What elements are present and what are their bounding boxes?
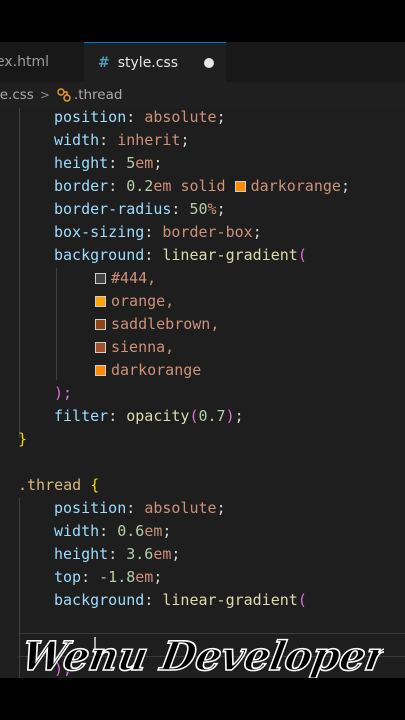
css-function: linear-gradient xyxy=(162,591,298,609)
tab-label: style.css xyxy=(117,54,179,71)
chevron-right-icon: > xyxy=(39,88,50,102)
css-unit: em xyxy=(144,522,163,540)
css-number: 3.6 xyxy=(126,545,154,563)
css-unit: em xyxy=(135,568,154,586)
css-property: border xyxy=(54,177,109,195)
css-property: height xyxy=(54,545,109,563)
code-line: position: absolute; xyxy=(54,499,226,517)
css-value: saddlebrown, xyxy=(111,315,220,333)
color-swatch-icon[interactable] xyxy=(95,273,106,284)
code-line: position: absolute; xyxy=(54,108,226,126)
code-line: width: 0.6em; xyxy=(54,522,172,540)
code-line: darkorange xyxy=(95,359,201,382)
code-line: top: -1.8em; xyxy=(54,568,163,586)
code-line: saddlebrown, xyxy=(95,313,219,336)
color-swatch-icon[interactable] xyxy=(95,319,106,330)
css-number: 0.6 xyxy=(117,522,145,540)
css-function: linear-gradient xyxy=(162,246,298,264)
css-value: absolute xyxy=(144,108,217,126)
css-value: absolute xyxy=(144,499,217,517)
code-line: filter: opacity(0.7); xyxy=(54,407,244,425)
css-value: inherit xyxy=(117,131,181,149)
css-property: position xyxy=(54,108,127,126)
css-unit: em xyxy=(135,154,154,172)
tab-style-css[interactable]: # style.css xyxy=(84,42,226,82)
watermark-logo: Wenu Developer xyxy=(24,631,384,678)
breadcrumb-symbol[interactable]: .thread xyxy=(74,87,123,103)
code-line: } xyxy=(18,430,28,448)
css-function: opacity xyxy=(126,407,190,425)
editor: ex.html # style.css le.css > .thread pos… xyxy=(0,42,405,678)
tab-label: ex.html xyxy=(0,54,49,70)
css-value: solid xyxy=(180,177,226,195)
css-value: darkorange xyxy=(250,177,341,195)
css-property: width xyxy=(54,131,100,149)
css-value: sienna, xyxy=(111,338,175,356)
css-unit: % xyxy=(207,200,217,218)
css-number: 0.2 xyxy=(126,177,154,195)
css-property: border-radius xyxy=(54,200,172,218)
color-swatch-icon[interactable] xyxy=(234,181,246,192)
code-line: width: inherit; xyxy=(54,131,190,149)
css-property: position xyxy=(54,499,127,517)
code-line: ); xyxy=(54,384,73,402)
css-selector: .thread xyxy=(18,476,82,494)
css-selector-symbol-icon xyxy=(57,88,71,102)
css-property: box-sizing xyxy=(54,223,145,241)
breadcrumb: le.css > .thread xyxy=(0,82,405,108)
code-line: box-sizing: border-box; xyxy=(54,223,262,241)
tab-index-html[interactable]: ex.html xyxy=(0,42,76,82)
code-line: .thread { xyxy=(18,476,100,494)
color-swatch-icon[interactable] xyxy=(95,365,106,376)
css-number: 0.7 xyxy=(198,407,226,425)
css-number: 5 xyxy=(126,154,136,172)
code-line: sienna, xyxy=(95,336,174,359)
tab-bar: ex.html # style.css xyxy=(0,42,405,82)
css-property: top xyxy=(54,568,82,586)
code-line: background: linear-gradient( xyxy=(54,591,307,609)
css-property: height xyxy=(54,154,109,172)
code-line: background: linear-gradient( xyxy=(54,246,307,264)
css-number: -1.8 xyxy=(99,568,136,586)
css-property: background xyxy=(54,246,145,264)
css-file-icon: # xyxy=(98,54,110,71)
code-line: height: 5em; xyxy=(54,154,163,172)
watermark-text: Wenu Developer xyxy=(24,632,384,678)
css-unit: em xyxy=(153,177,172,195)
code-line: height: 3.6em; xyxy=(54,545,181,563)
indent-guide xyxy=(56,268,57,380)
code-line: border-radius: 50%; xyxy=(54,200,226,218)
breadcrumb-file[interactable]: le.css xyxy=(0,87,34,103)
css-value: #444, xyxy=(111,269,157,287)
css-value: orange, xyxy=(111,292,175,310)
code-line: orange, xyxy=(95,290,174,313)
unsaved-dot-icon[interactable] xyxy=(204,58,214,68)
css-number: 50 xyxy=(189,200,208,218)
color-swatch-icon[interactable] xyxy=(95,296,106,307)
css-value: darkorange xyxy=(111,361,202,379)
css-property: width xyxy=(54,522,100,540)
indent-guide xyxy=(19,108,20,438)
code-line: #444, xyxy=(95,267,156,290)
css-property: filter xyxy=(54,407,109,425)
css-property: background xyxy=(54,591,145,609)
css-unit: em xyxy=(153,545,172,563)
code-line: border: 0.2em solid darkorange; xyxy=(54,177,350,195)
color-swatch-icon[interactable] xyxy=(95,342,106,353)
css-value: border-box xyxy=(162,223,253,241)
